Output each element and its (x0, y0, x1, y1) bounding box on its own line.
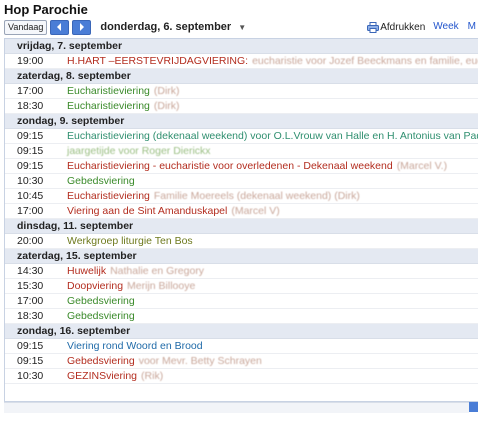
event-time: 10:30 (17, 175, 44, 187)
chevron-right-icon (80, 23, 85, 31)
caret-down-icon[interactable]: ▼ (238, 23, 246, 32)
event-title[interactable]: Gebedsviering (67, 174, 135, 188)
event-row[interactable]: 18:30 Eucharistieviering (Dirk) (5, 99, 478, 114)
event-time: 15:30 (17, 280, 44, 292)
scroll-corner[interactable] (469, 402, 478, 412)
event-time: 14:30 (17, 265, 44, 277)
event-title[interactable]: Viering aan de Sint Amanduskapel (67, 204, 227, 218)
event-title[interactable]: Eucharistieviering (dekenaal weekend) vo… (67, 129, 478, 143)
printer-icon (367, 21, 380, 33)
event-row[interactable]: 15:30 Doopviering Merijn Billooye (5, 279, 478, 294)
event-details: voor Mevr. Betty Schrayen (138, 355, 262, 367)
event-row[interactable]: 17:00 Gebedsviering (5, 294, 478, 309)
event-row[interactable]: 10:45 Eucharistieviering Familie Moereels … (5, 189, 478, 204)
event-row[interactable]: 09:15 Viering rond Woord en Brood (5, 339, 478, 354)
event-row[interactable]: 09:15 Eucharistieviering (dekenaal weeken… (5, 129, 478, 144)
day-header: zaterdag, 15. september (5, 249, 478, 264)
day-header: zaterdag, 8. september (5, 69, 478, 84)
event-time: 19:00 (17, 55, 44, 67)
event-time: 17:00 (17, 85, 44, 97)
event-time: 09:15 (17, 160, 44, 172)
event-details: (Marcel V) (231, 205, 280, 217)
event-row[interactable]: 10:30 Gebedsviering (5, 174, 478, 189)
event-title[interactable]: Gebedsviering (67, 294, 135, 308)
event-row[interactable]: 17:00 Viering aan de Sint Amanduskapel (Ma… (5, 204, 478, 219)
event-details: (Dirk) (153, 100, 180, 112)
event-row[interactable]: 10:30 GEZINSviering (Rik) (5, 369, 478, 384)
event-title[interactable]: Doopviering (67, 279, 123, 293)
event-title[interactable]: Eucharistieviering - eucharistie voor ov… (67, 159, 393, 173)
day-header: zondag, 9. september (5, 114, 478, 129)
chevron-left-icon (57, 23, 62, 31)
event-title[interactable]: Werkgroep liturgie Ten Bos (67, 234, 193, 248)
event-title[interactable]: Eucharistieviering (67, 99, 150, 113)
event-details: eucharistie voor Jozef Beeckmans en fami… (252, 55, 478, 67)
event-row[interactable]: 09:15 Eucharistieviering - eucharistie vo… (5, 159, 478, 174)
event-details: (Rik) (141, 370, 164, 382)
event-title[interactable]: Gebedsviering (67, 309, 135, 323)
event-row[interactable]: 18:30 Gebedsviering (5, 309, 478, 324)
event-details: jaargetijde voor Roger Dierickx (67, 145, 211, 157)
event-title[interactable]: H.HART –EERSTEVRIJDAGVIERING: (67, 54, 248, 68)
event-row[interactable]: 20:00 Werkgroep liturgie Ten Bos (5, 234, 478, 249)
current-date-label: donderdag, 6. september (100, 21, 232, 33)
next-button[interactable] (72, 19, 92, 35)
event-title[interactable]: Eucharistieviering (67, 189, 150, 203)
event-row[interactable]: 09:15 jaargetijde voor Roger Dierickx (5, 144, 478, 159)
event-row[interactable]: 19:00 H.HART –EERSTEVRIJDAGVIERING: euchar… (5, 54, 478, 69)
prev-button[interactable] (50, 19, 70, 35)
event-time: 18:30 (17, 100, 44, 112)
event-time: 18:30 (17, 310, 44, 322)
event-details: (Dirk) (153, 85, 180, 97)
agenda-footer (4, 402, 469, 413)
agenda-list[interactable]: vrijdag, 7. september 19:00 H.HART –EERSTE… (4, 38, 478, 402)
event-time: 09:15 (17, 355, 44, 367)
toolbar: Vandaag donderdag, 6. september ▼ Afdruk… (4, 19, 478, 35)
day-header: vrijdag, 7. september (5, 39, 478, 54)
tab-month[interactable]: M (466, 20, 478, 34)
event-row[interactable]: 17:00 Eucharistieviering (Dirk) (5, 84, 478, 99)
event-title[interactable]: Eucharistieviering (67, 84, 150, 98)
event-row[interactable]: 14:30 Huwelijk Nathalie en Gregory (5, 264, 478, 279)
event-details: Merijn Billooye (127, 280, 196, 292)
event-title[interactable]: Viering rond Woord en Brood (67, 339, 203, 353)
event-title[interactable]: GEZINSviering (67, 369, 137, 383)
event-time: 10:30 (17, 370, 44, 382)
day-header: zondag, 16. september (5, 324, 478, 339)
calendar-title: Hop Parochie (4, 2, 88, 17)
print-label: Afdrukken (380, 21, 426, 33)
event-details: Nathalie en Gregory (110, 265, 205, 277)
event-time: 17:00 (17, 205, 44, 217)
today-button[interactable]: Vandaag (4, 19, 48, 35)
event-time: 17:00 (17, 295, 44, 307)
event-time: 09:15 (17, 130, 44, 142)
event-title[interactable]: Gebedsviering (67, 354, 135, 368)
event-title[interactable]: Huwelijk (67, 264, 106, 278)
event-row[interactable]: 09:15 Gebedsviering voor Mevr. Betty Schra… (5, 354, 478, 369)
day-header: dinsdag, 11. september (5, 219, 478, 234)
event-details: Familie Moereels (dekenaal weekend) (Dir… (153, 190, 360, 202)
tab-week[interactable]: Week (431, 20, 460, 34)
event-time: 10:45 (17, 190, 44, 202)
event-time: 09:15 (17, 145, 44, 157)
event-time: 20:00 (17, 235, 44, 247)
event-details: (Marcel V.) (396, 160, 448, 172)
event-time: 09:15 (17, 340, 44, 352)
print-button[interactable]: Afdrukken (367, 21, 426, 33)
